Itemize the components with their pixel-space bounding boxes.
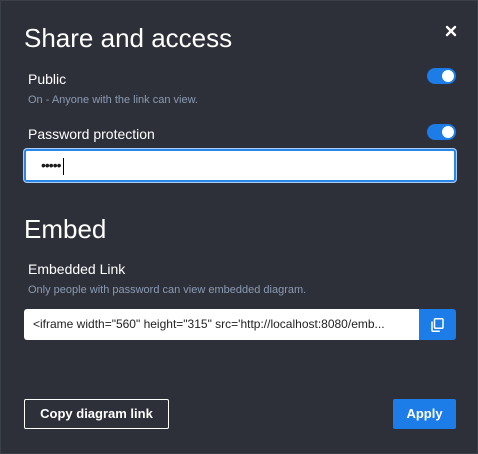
embedded-link-label: Embedded Link (28, 261, 126, 277)
toggle-knob (442, 126, 454, 138)
password-input-value: ••••• (41, 154, 64, 176)
toggle-knob (442, 70, 454, 82)
close-button[interactable] (441, 21, 461, 41)
dialog-title: Share and access (24, 23, 233, 53)
public-hint: On - Anyone with the link can view. (28, 94, 198, 106)
apply-button[interactable]: Apply (393, 399, 456, 429)
copy-icon (431, 318, 444, 332)
embedded-link-hint: Only people with password can view embed… (28, 284, 307, 296)
embedded-link-value: <iframe width="560" height="315" src='ht… (33, 317, 385, 331)
public-toggle[interactable] (427, 68, 456, 84)
embedded-link-field[interactable]: <iframe width="560" height="315" src='ht… (24, 309, 419, 340)
copy-embed-link-button[interactable] (419, 309, 456, 340)
password-protection-toggle[interactable] (427, 124, 456, 140)
share-access-dialog: Share and access Public On - Anyone with… (0, 0, 478, 454)
copy-diagram-link-button[interactable]: Copy diagram link (24, 399, 169, 429)
close-icon (445, 25, 457, 37)
public-label: Public (28, 71, 67, 87)
password-protection-label: Password protection (28, 126, 155, 142)
password-input[interactable]: ••••• (24, 149, 456, 182)
text-caret (62, 157, 64, 175)
embed-section-title: Embed (24, 214, 107, 244)
